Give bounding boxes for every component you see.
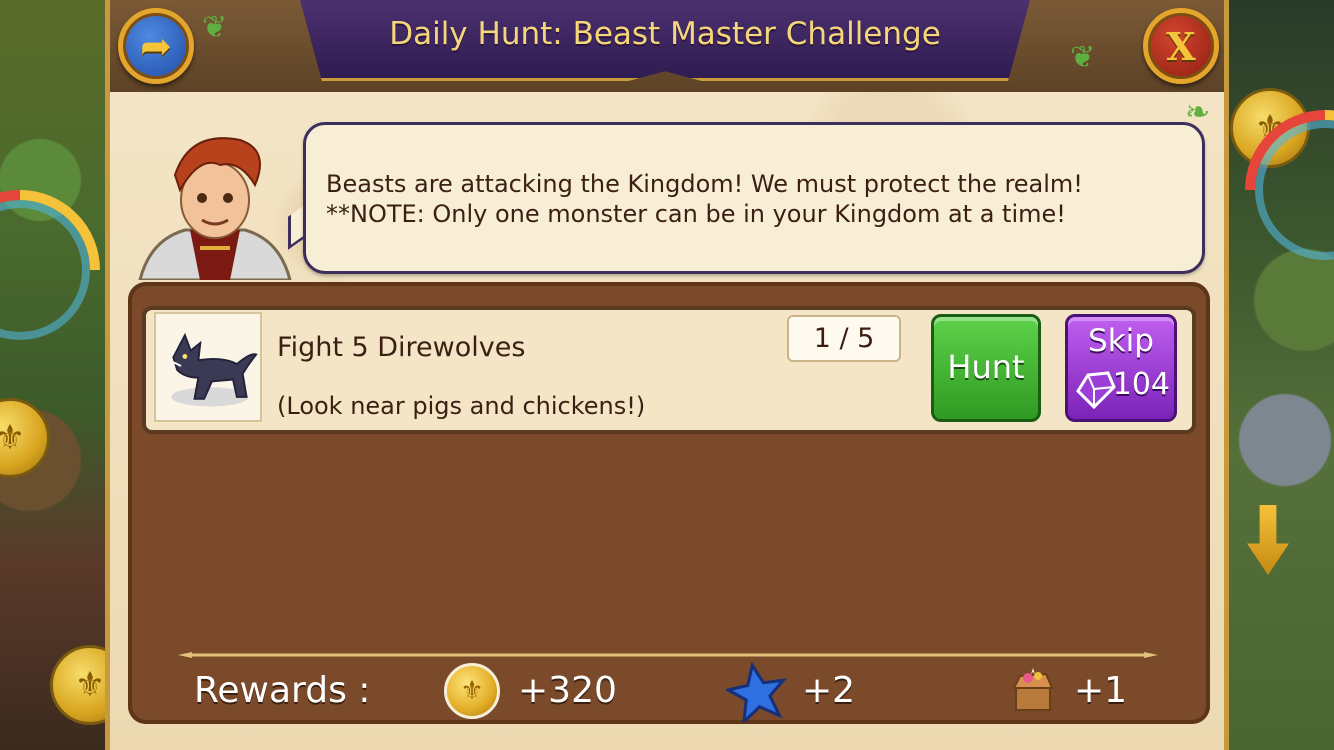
background-left: ⚜ ⚜ bbox=[0, 0, 110, 750]
vine-decoration: ❦ bbox=[1070, 40, 1096, 75]
close-button[interactable]: X bbox=[1143, 8, 1219, 84]
speech-line-2: **NOTE: Only one monster can be in your … bbox=[326, 200, 1066, 228]
back-arrow-icon: ➦ bbox=[140, 24, 172, 68]
hunt-button[interactable]: Hunt bbox=[931, 314, 1041, 422]
background-rainbow bbox=[0, 156, 110, 384]
direwolf-icon bbox=[154, 312, 262, 422]
skip-label: Skip bbox=[1088, 323, 1154, 359]
task-progress: 1 / 5 bbox=[787, 315, 901, 362]
rewards-divider bbox=[178, 652, 1158, 658]
star-reward: +2 bbox=[802, 670, 856, 711]
background-coin-icon: ⚜ bbox=[0, 398, 50, 478]
coin-reward: +320 bbox=[518, 670, 617, 711]
vine-decoration: ❦ bbox=[202, 10, 228, 45]
background-coin-icon: ⚜ bbox=[50, 645, 110, 725]
background-right: ⚜ bbox=[1225, 0, 1334, 750]
gold-coin-icon: ⚜ bbox=[444, 663, 500, 719]
back-button[interactable]: ➦ bbox=[118, 8, 194, 84]
gem-icon bbox=[1076, 371, 1116, 409]
chest-reward: +1 bbox=[1074, 670, 1128, 711]
task-title: Fight 5 Direwolves bbox=[277, 332, 526, 363]
task-row: Fight 5 Direwolves (Look near pigs and c… bbox=[142, 306, 1196, 434]
task-list: Fight 5 Direwolves (Look near pigs and c… bbox=[128, 282, 1210, 724]
skip-cost: 104 bbox=[1112, 367, 1170, 402]
rewards-label: Rewards : bbox=[194, 670, 371, 711]
treasure-chest-icon bbox=[1012, 668, 1054, 711]
daily-hunt-panel: Daily Hunt: Beast Master Challenge ❦ ❦ ❧… bbox=[105, 0, 1229, 750]
star-icon bbox=[726, 662, 788, 722]
speech-text: Beasts are attacking the Kingdom! We mus… bbox=[326, 169, 1182, 229]
knight-character-portrait bbox=[138, 137, 292, 280]
speech-line-1: Beasts are attacking the Kingdom! We mus… bbox=[326, 170, 1083, 198]
page-title: Daily Hunt: Beast Master Challenge bbox=[389, 16, 941, 52]
speech-bubble: Beasts are attacking the Kingdom! We mus… bbox=[303, 122, 1205, 274]
task-hint: (Look near pigs and chickens!) bbox=[277, 392, 646, 420]
close-x-icon: X bbox=[1166, 23, 1196, 69]
skip-button[interactable]: Skip 104 bbox=[1065, 314, 1177, 422]
